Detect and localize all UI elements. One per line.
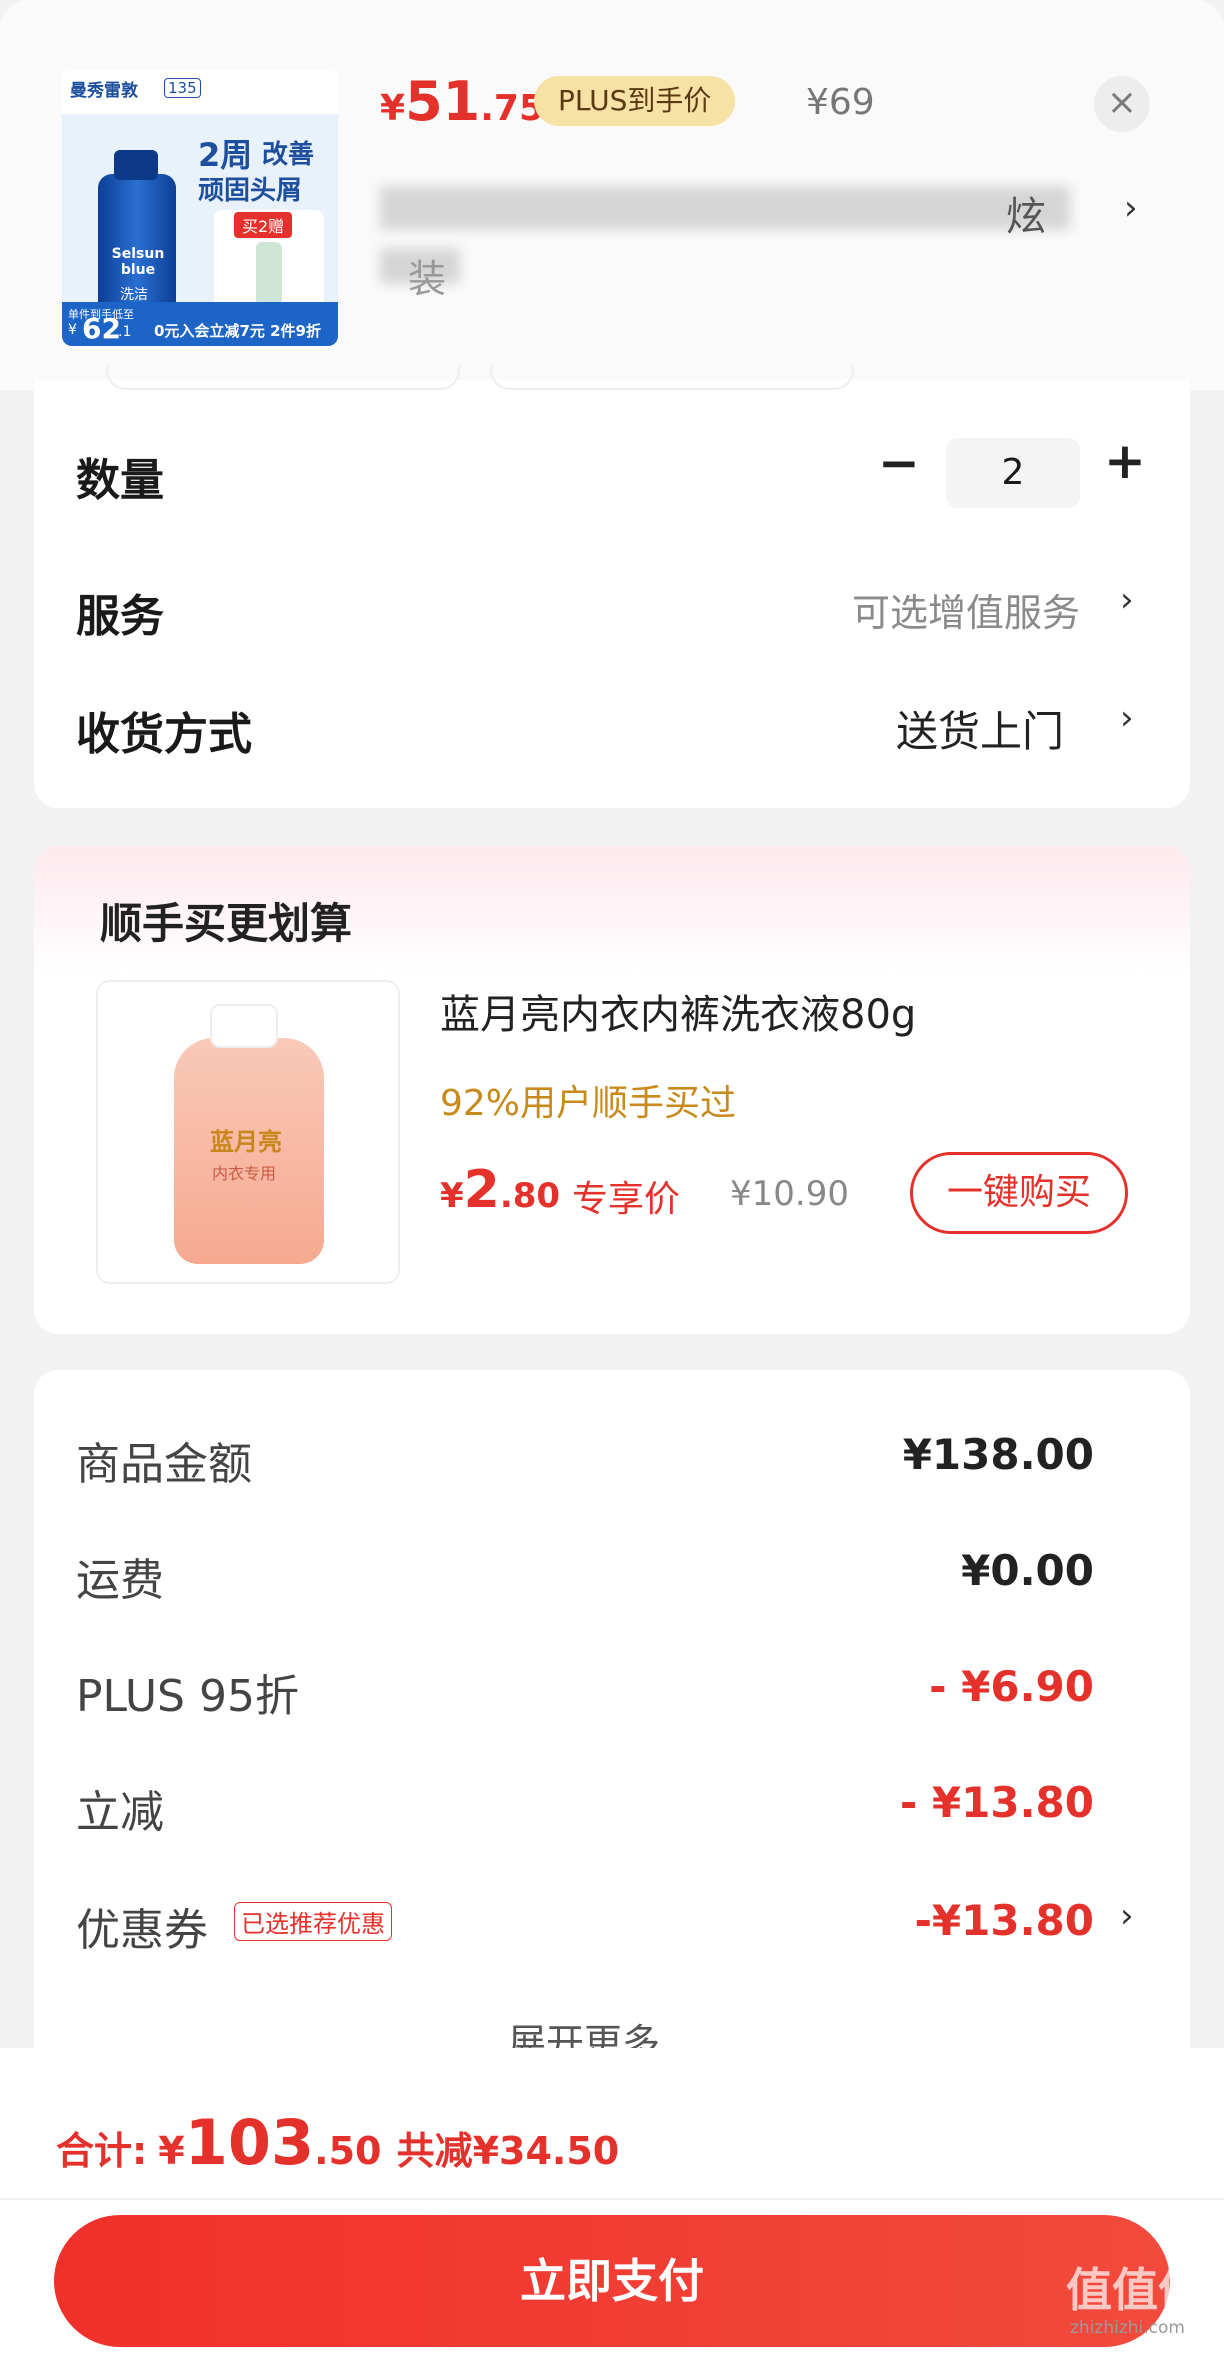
addon-price-dec: .80 bbox=[499, 1176, 561, 1216]
pay-now-button[interactable]: 立即支付 bbox=[54, 2215, 1170, 2347]
thumb-single-price-dec: .1 bbox=[118, 324, 132, 340]
total-price-int: 103 bbox=[184, 2106, 315, 2179]
close-icon[interactable]: × bbox=[1094, 76, 1150, 132]
addon-buy-button[interactable]: 一键购买 bbox=[910, 1152, 1128, 1234]
total-label: 合计: bbox=[56, 2129, 148, 2173]
summary-value-plus-discount: - ¥6.90 bbox=[929, 1662, 1094, 1711]
title-chevron-right-icon[interactable]: › bbox=[1124, 188, 1138, 228]
addon-bottle-sub: 内衣专用 bbox=[212, 1164, 277, 1183]
summary-value-goods: ¥138.00 bbox=[902, 1430, 1094, 1479]
quantity-label: 数量 bbox=[76, 455, 164, 506]
addon-price-tag: 专享价 bbox=[572, 1179, 681, 1220]
service-value[interactable]: 可选增值服务 bbox=[852, 582, 1080, 637]
bottle-brand-text: Selsun blue bbox=[111, 246, 165, 278]
addon-price-symbol: ¥ bbox=[440, 1176, 464, 1216]
bottom-divider bbox=[0, 2198, 1224, 2200]
addon-price: ¥2.80 bbox=[440, 1160, 560, 1220]
addon-product-image[interactable]: 蓝月亮 内衣专用 bbox=[96, 980, 400, 1284]
quantity-input[interactable]: 2 bbox=[946, 438, 1080, 508]
summary-label-goods: 商品金额 bbox=[76, 1439, 252, 1490]
total-saved: 共减¥34.50 bbox=[396, 2129, 620, 2173]
summary-value-coupon[interactable]: -¥13.80 bbox=[914, 1896, 1094, 1945]
service-label: 服务 bbox=[76, 591, 164, 642]
addon-pump-image bbox=[210, 1004, 278, 1048]
thumb-badge: 135 bbox=[164, 78, 201, 98]
total-price-symbol: ¥ bbox=[158, 2129, 185, 2173]
header-price-symbol: ¥ bbox=[380, 88, 406, 129]
thumb-tagline-1b: 改善 bbox=[262, 140, 315, 170]
thumb-tagline-2: 顽固头屑 bbox=[198, 176, 303, 206]
thumb-single-price-symbol: ¥ bbox=[68, 322, 77, 338]
variant-chip-partial-2[interactable] bbox=[490, 366, 854, 390]
total-price-dec: .50 bbox=[314, 2129, 382, 2173]
product-thumbnail[interactable]: 曼秀雷敦 135 2周 改善 顽固头屑 Selsun blue 洗洁 买2赠 单… bbox=[62, 70, 338, 346]
summary-label-instant-discount: 立减 bbox=[76, 1787, 164, 1838]
addon-product-name[interactable]: 蓝月亮内衣内裤洗衣液80g bbox=[440, 982, 916, 1040]
summary-value-shipping: ¥0.00 bbox=[961, 1546, 1094, 1595]
quantity-plus-button[interactable]: + bbox=[1104, 432, 1146, 490]
header-price-int: 51 bbox=[405, 70, 481, 133]
coupon-tag: 已选推荐优惠 bbox=[234, 1902, 392, 1941]
thumb-promo-text: 0元入会立减7元 2件9折 bbox=[154, 322, 321, 340]
header-original-price: ¥69 bbox=[806, 82, 875, 123]
plus-price-badge: PLUS到手价 bbox=[534, 76, 736, 126]
title-fragment: 炫 bbox=[1006, 194, 1046, 240]
delivery-chevron-right-icon[interactable]: › bbox=[1120, 698, 1134, 738]
addon-original-price: ¥10.90 bbox=[730, 1174, 849, 1214]
header-price: ¥51.75 bbox=[380, 70, 544, 133]
thumb-single-price-int: 62 bbox=[82, 312, 121, 345]
summary-label-coupon: 优惠券 bbox=[76, 1905, 208, 1956]
gift-bottle-image bbox=[256, 242, 282, 306]
variant-chip-partial[interactable] bbox=[106, 366, 460, 390]
addon-price-int: 2 bbox=[463, 1160, 500, 1220]
title-fragment-2: 装 bbox=[408, 257, 447, 301]
shampoo-cap-image bbox=[114, 150, 158, 180]
bottle-sub-text: 洗洁 bbox=[120, 287, 148, 303]
blurred-title-line-1 bbox=[380, 186, 1070, 230]
thumb-brand: 曼秀雷敦 bbox=[70, 81, 138, 101]
addon-bottle-brand: 蓝月亮 bbox=[210, 1128, 282, 1156]
service-chevron-right-icon[interactable]: › bbox=[1120, 580, 1134, 620]
addon-section-title: 顺手买更划算 bbox=[100, 899, 353, 948]
watermark-logo: 值值值 bbox=[1066, 2263, 1204, 2317]
delivery-value[interactable]: 送货上门 bbox=[896, 698, 1064, 759]
addon-social-proof: 92%用户顺手买过 bbox=[440, 1083, 737, 1124]
summary-value-instant-discount: - ¥13.80 bbox=[899, 1778, 1094, 1827]
total-price: 合计: ¥103.50 共减¥34.50 bbox=[56, 2106, 619, 2179]
summary-label-shipping: 运费 bbox=[76, 1555, 164, 1606]
coupon-chevron-right-icon[interactable]: › bbox=[1120, 1896, 1134, 1936]
gift-badge: 买2赠 bbox=[234, 212, 293, 238]
watermark-url: zhizhizhi.com bbox=[1070, 2318, 1185, 2338]
delivery-label: 收货方式 bbox=[76, 709, 252, 760]
quantity-minus-button[interactable]: − bbox=[878, 434, 920, 492]
summary-label-plus-discount: PLUS 95折 bbox=[76, 1671, 299, 1722]
